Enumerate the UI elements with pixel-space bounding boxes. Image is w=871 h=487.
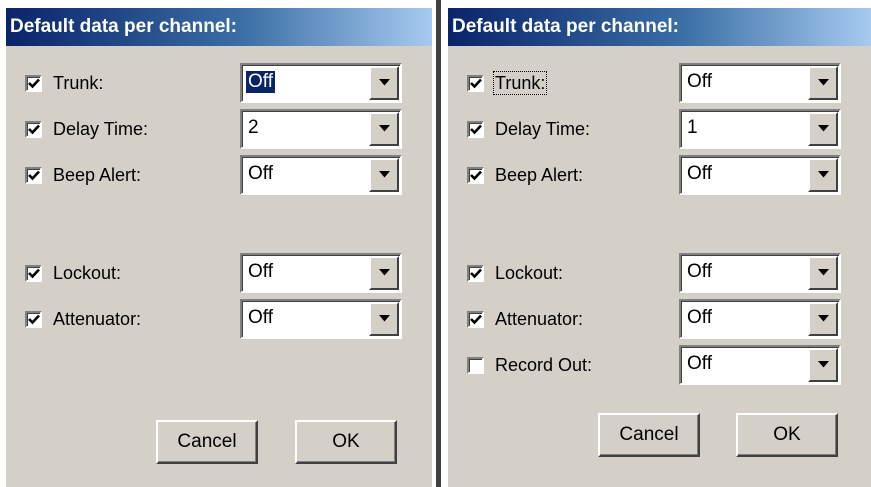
triangle-down-icon xyxy=(818,171,829,178)
lockout-row: Lockout: Off xyxy=(448,253,871,293)
ok-button[interactable]: OK xyxy=(736,413,838,457)
delay-time-row: Delay Time: 2 xyxy=(6,109,432,149)
attenuator-checkbox[interactable] xyxy=(25,311,42,328)
lockout-label: Lockout: xyxy=(495,263,564,283)
beep-alert-value: Off xyxy=(248,163,273,184)
trunk-checkbox[interactable] xyxy=(25,75,42,92)
beep-alert-label: Beep Alert: xyxy=(53,165,142,185)
lockout-checkbox[interactable] xyxy=(25,265,42,282)
checkmark-icon xyxy=(470,124,482,135)
beep-alert-row: Beep Alert: Off xyxy=(448,155,871,195)
checkmark-icon xyxy=(470,170,482,181)
cancel-button[interactable]: Cancel xyxy=(598,413,700,457)
attenuator-row: Attenuator: Off xyxy=(448,299,871,339)
checkmark-icon xyxy=(28,268,40,279)
delay-time-row: Delay Time: 1 xyxy=(448,109,871,149)
trunk-row: Trunk: Off xyxy=(448,63,871,103)
trunk-checkbox[interactable] xyxy=(467,75,484,92)
dropdown-button[interactable] xyxy=(369,256,399,290)
checkmark-icon xyxy=(470,268,482,279)
dropdown-button[interactable] xyxy=(808,348,838,382)
triangle-down-icon xyxy=(379,315,390,322)
dropdown-button[interactable] xyxy=(369,112,399,146)
checkmark-icon xyxy=(28,314,40,325)
checkmark-icon xyxy=(470,314,482,325)
right-dialog-panel: Default data per channel: Trunk: Off Del… xyxy=(448,8,871,487)
dropdown-button[interactable] xyxy=(369,302,399,336)
trunk-dropdown[interactable]: Off xyxy=(679,63,841,103)
attenuator-value: Off xyxy=(687,307,712,328)
record-out-checkbox[interactable] xyxy=(467,357,484,374)
dropdown-button[interactable] xyxy=(808,158,838,192)
beep-alert-row: Beep Alert: Off xyxy=(6,155,432,195)
panel-title: Default data per channel: xyxy=(6,8,432,46)
beep-alert-label: Beep Alert: xyxy=(495,165,584,185)
dropdown-button[interactable] xyxy=(369,66,399,100)
dropdown-button[interactable] xyxy=(808,66,838,100)
attenuator-dropdown[interactable]: Off xyxy=(240,299,402,339)
attenuator-row: Attenuator: Off xyxy=(6,299,432,339)
trunk-value: Off xyxy=(245,70,276,94)
attenuator-label: Attenuator: xyxy=(53,309,142,329)
left-dialog-panel: Default data per channel: Trunk: Off Del… xyxy=(6,8,432,487)
triangle-down-icon xyxy=(818,269,829,276)
beep-alert-checkbox[interactable] xyxy=(467,167,484,184)
ok-button[interactable]: OK xyxy=(295,420,397,464)
attenuator-dropdown[interactable]: Off xyxy=(679,299,841,339)
triangle-down-icon xyxy=(379,171,390,178)
triangle-down-icon xyxy=(818,315,829,322)
delay-time-checkbox[interactable] xyxy=(25,121,42,138)
dropdown-button[interactable] xyxy=(808,256,838,290)
delay-time-value: 2 xyxy=(248,117,259,138)
lockout-dropdown[interactable]: Off xyxy=(240,253,402,293)
delay-time-value: 1 xyxy=(687,117,698,138)
dropdown-button[interactable] xyxy=(808,112,838,146)
delay-time-checkbox[interactable] xyxy=(467,121,484,138)
cancel-button[interactable]: Cancel xyxy=(156,420,258,464)
lockout-value: Off xyxy=(248,261,273,282)
checkmark-icon xyxy=(28,124,40,135)
trunk-label: Trunk: xyxy=(53,73,104,93)
record-out-label: Record Out: xyxy=(495,355,593,375)
triangle-down-icon xyxy=(379,79,390,86)
attenuator-value: Off xyxy=(248,307,273,328)
triangle-down-icon xyxy=(818,79,829,86)
beep-alert-dropdown[interactable]: Off xyxy=(679,155,841,195)
delay-time-dropdown[interactable]: 1 xyxy=(679,109,841,149)
delay-time-label: Delay Time: xyxy=(495,119,591,139)
lockout-checkbox[interactable] xyxy=(467,265,484,282)
dropdown-button[interactable] xyxy=(369,158,399,192)
record-out-row: Record Out: Off xyxy=(448,345,871,385)
trunk-value: Off xyxy=(687,71,712,92)
lockout-value: Off xyxy=(687,261,712,282)
checkmark-icon xyxy=(28,170,40,181)
lockout-row: Lockout: Off xyxy=(6,253,432,293)
record-out-dropdown[interactable]: Off xyxy=(679,345,841,385)
lockout-label: Lockout: xyxy=(53,263,122,283)
lockout-dropdown[interactable]: Off xyxy=(679,253,841,293)
record-out-value: Off xyxy=(687,353,712,374)
trunk-row: Trunk: Off xyxy=(6,63,432,103)
attenuator-label: Attenuator: xyxy=(495,309,584,329)
beep-alert-checkbox[interactable] xyxy=(25,167,42,184)
delay-time-dropdown[interactable]: 2 xyxy=(240,109,402,149)
beep-alert-value: Off xyxy=(687,163,712,184)
beep-alert-dropdown[interactable]: Off xyxy=(240,155,402,195)
trunk-dropdown[interactable]: Off xyxy=(240,63,402,103)
checkmark-icon xyxy=(470,78,482,89)
panel-divider xyxy=(436,0,441,487)
triangle-down-icon xyxy=(818,125,829,132)
delay-time-label: Delay Time: xyxy=(53,119,149,139)
trunk-label: Trunk: xyxy=(492,71,548,95)
triangle-down-icon xyxy=(379,269,390,276)
triangle-down-icon xyxy=(379,125,390,132)
panel-title: Default data per channel: xyxy=(448,8,871,46)
dropdown-button[interactable] xyxy=(808,302,838,336)
attenuator-checkbox[interactable] xyxy=(467,311,484,328)
checkmark-icon xyxy=(28,78,40,89)
triangle-down-icon xyxy=(818,361,829,368)
